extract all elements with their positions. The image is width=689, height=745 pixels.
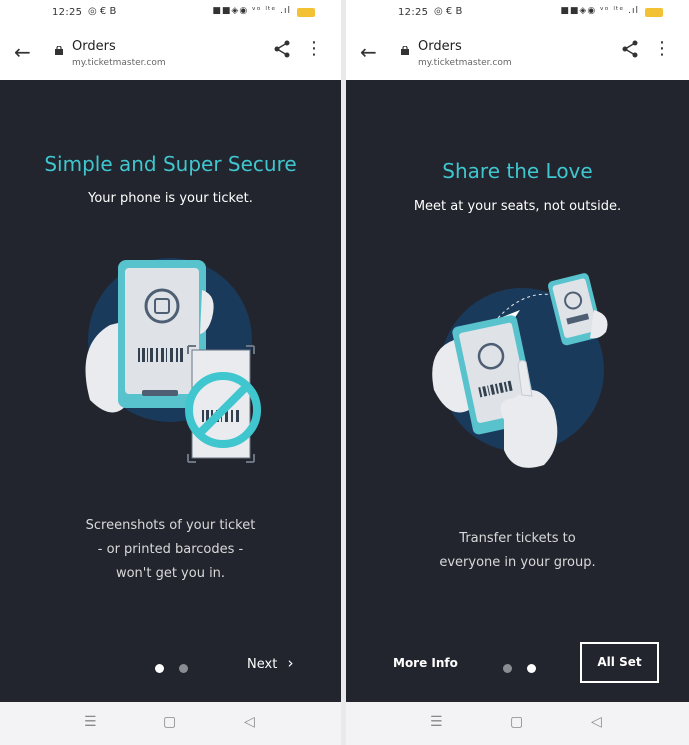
recents-icon[interactable]: ☰ bbox=[84, 714, 97, 730]
home-icon[interactable]: ▢ bbox=[510, 714, 523, 730]
android-nav-bar: ☰ ▢ ◁ bbox=[0, 702, 341, 745]
android-nav-bar: ☰ ▢ ◁ bbox=[346, 702, 689, 745]
onboarding-content: Share the Love Meet at your seats, not o… bbox=[346, 80, 689, 702]
notification-icons: ◎ € B bbox=[434, 6, 463, 17]
chevron-right-icon: › bbox=[287, 654, 294, 672]
page-indicator bbox=[503, 658, 546, 677]
screen-subheading: Meet at your seats, not outside. bbox=[413, 199, 622, 214]
back-arrow-icon[interactable]: ← bbox=[360, 40, 377, 64]
lock-icon bbox=[55, 46, 63, 55]
phone-screen-right: 12:25 ◎ € B ■■◈◉ ᵛᵒ ˡᵗᵉ .ıl ← Orders my.… bbox=[346, 0, 689, 745]
share-icon[interactable] bbox=[621, 40, 639, 58]
overflow-menu-icon[interactable]: ⋮ bbox=[653, 38, 671, 59]
secure-ticket-illustration bbox=[85, 258, 261, 463]
system-icons: ■■◈◉ ᵛᵒ ˡᵗᵉ .ıl bbox=[560, 6, 639, 16]
back-triangle-icon[interactable]: ◁ bbox=[591, 714, 602, 730]
battery-icon bbox=[297, 8, 315, 17]
page-domain: my.ticketmaster.com bbox=[72, 58, 166, 68]
screen-subheading: Your phone is your ticket. bbox=[88, 191, 253, 206]
page-domain: my.ticketmaster.com bbox=[418, 58, 512, 68]
screen-body-text: Transfer tickets to everyone in your gro… bbox=[346, 527, 689, 575]
status-time: 12:25 bbox=[398, 7, 429, 18]
page-dot-active[interactable] bbox=[155, 664, 164, 673]
page-dot-inactive[interactable] bbox=[503, 664, 512, 673]
home-icon[interactable]: ▢ bbox=[163, 714, 176, 730]
more-info-button[interactable]: More Info bbox=[393, 656, 458, 670]
page-indicator bbox=[155, 658, 198, 677]
screen-body-text: Screenshots of your ticket - or printed … bbox=[0, 514, 341, 586]
body-line: - or printed barcodes - bbox=[97, 542, 244, 557]
screen-heading: Share the Love bbox=[442, 159, 593, 183]
screen-heading: Simple and Super Secure bbox=[44, 152, 297, 176]
back-triangle-icon[interactable]: ◁ bbox=[244, 714, 255, 730]
status-time: 12:25 bbox=[52, 7, 83, 18]
share-tickets-illustration bbox=[432, 273, 608, 468]
lock-icon bbox=[401, 46, 409, 55]
browser-toolbar: ← Orders my.ticketmaster.com ⋮ bbox=[0, 28, 341, 80]
page-dot-inactive[interactable] bbox=[179, 664, 189, 673]
onboarding-content: Simple and Super Secure Your phone is yo… bbox=[0, 80, 341, 702]
recents-icon[interactable]: ☰ bbox=[430, 714, 443, 730]
page-title: Orders bbox=[418, 39, 462, 54]
system-icons: ■■◈◉ ᵛᵒ ˡᵗᵉ .ıl bbox=[212, 6, 291, 16]
all-set-button[interactable]: All Set bbox=[580, 642, 659, 683]
notification-icons: ◎ € B bbox=[88, 6, 117, 17]
share-icon[interactable] bbox=[273, 40, 291, 58]
body-line: everyone in your group. bbox=[439, 555, 596, 570]
body-line: Transfer tickets to bbox=[459, 531, 576, 546]
phone-screen-left: 12:25 ◎ € B ■■◈◉ ᵛᵒ ˡᵗᵉ .ıl ← Orders my.… bbox=[0, 0, 341, 745]
overflow-menu-icon[interactable]: ⋮ bbox=[305, 38, 323, 59]
battery-icon bbox=[645, 8, 663, 17]
body-line: won't get you in. bbox=[115, 566, 226, 581]
body-line: Screenshots of your ticket bbox=[85, 518, 256, 533]
next-button[interactable]: Next › bbox=[247, 654, 293, 672]
page-dot-active[interactable] bbox=[527, 664, 537, 673]
page-title: Orders bbox=[72, 39, 116, 54]
status-bar: 12:25 ◎ € B ■■◈◉ ᵛᵒ ˡᵗᵉ .ıl bbox=[346, 0, 689, 28]
browser-toolbar: ← Orders my.ticketmaster.com ⋮ bbox=[346, 28, 689, 80]
back-arrow-icon[interactable]: ← bbox=[14, 40, 31, 64]
next-label: Next bbox=[247, 657, 278, 672]
status-bar: 12:25 ◎ € B ■■◈◉ ᵛᵒ ˡᵗᵉ .ıl bbox=[0, 0, 341, 28]
